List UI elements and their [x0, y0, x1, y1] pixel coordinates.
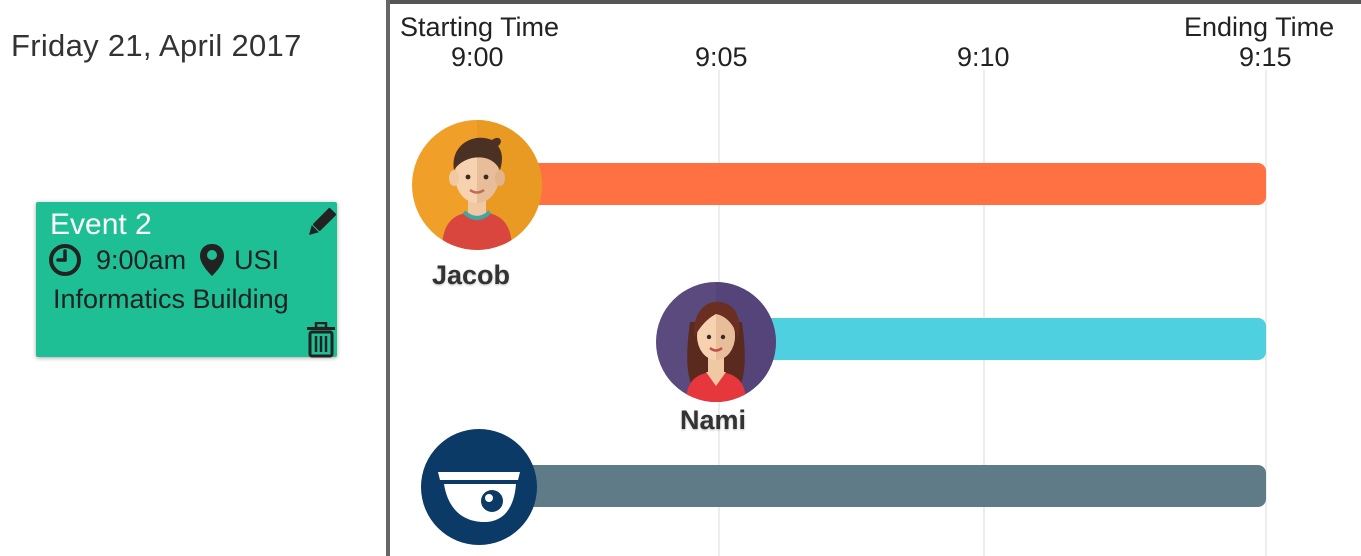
camera-icon	[421, 429, 537, 545]
pencil-icon	[308, 207, 337, 236]
event-card[interactable]: Event 2 9:00am USI Informatics Building	[36, 202, 338, 358]
participant-bar-jacob[interactable]	[520, 163, 1266, 205]
starting-time-label: Starting Time	[400, 12, 560, 42]
delete-button[interactable]	[304, 321, 338, 358]
woman-avatar-icon	[686, 282, 776, 402]
tick-label: 9:00	[451, 42, 504, 72]
tick-label: 9:05	[695, 42, 748, 72]
edit-button[interactable]	[304, 206, 338, 240]
avatar-nami[interactable]	[656, 282, 776, 402]
event-title: Event 2	[50, 208, 152, 241]
participant-bar-camera[interactable]	[520, 465, 1266, 507]
event-time: 9:00am	[96, 244, 187, 275]
panel-divider	[386, 0, 390, 556]
event-building: Informatics Building	[53, 284, 289, 314]
event-details-row: 9:00am USI	[48, 242, 279, 278]
participant-name-nami: Nami	[680, 405, 747, 435]
avatar-camera[interactable]	[414, 428, 544, 546]
event-location: USI	[234, 244, 280, 275]
tick-label: 9:10	[957, 42, 1010, 72]
avatar-jacob[interactable]	[412, 120, 542, 250]
participant-name-jacob: Jacob	[432, 260, 511, 290]
ending-time-label: Ending Time	[1184, 12, 1335, 42]
map-pin-icon	[198, 243, 232, 277]
man-avatar-icon	[442, 120, 542, 250]
clock-icon	[48, 243, 82, 277]
participant-bar-nami[interactable]	[740, 318, 1266, 360]
tick-label: 9:15	[1239, 42, 1292, 72]
trash-icon	[307, 321, 335, 358]
timeline-top-border	[390, 0, 1361, 4]
date-label: Friday 21, April 2017	[11, 28, 302, 63]
